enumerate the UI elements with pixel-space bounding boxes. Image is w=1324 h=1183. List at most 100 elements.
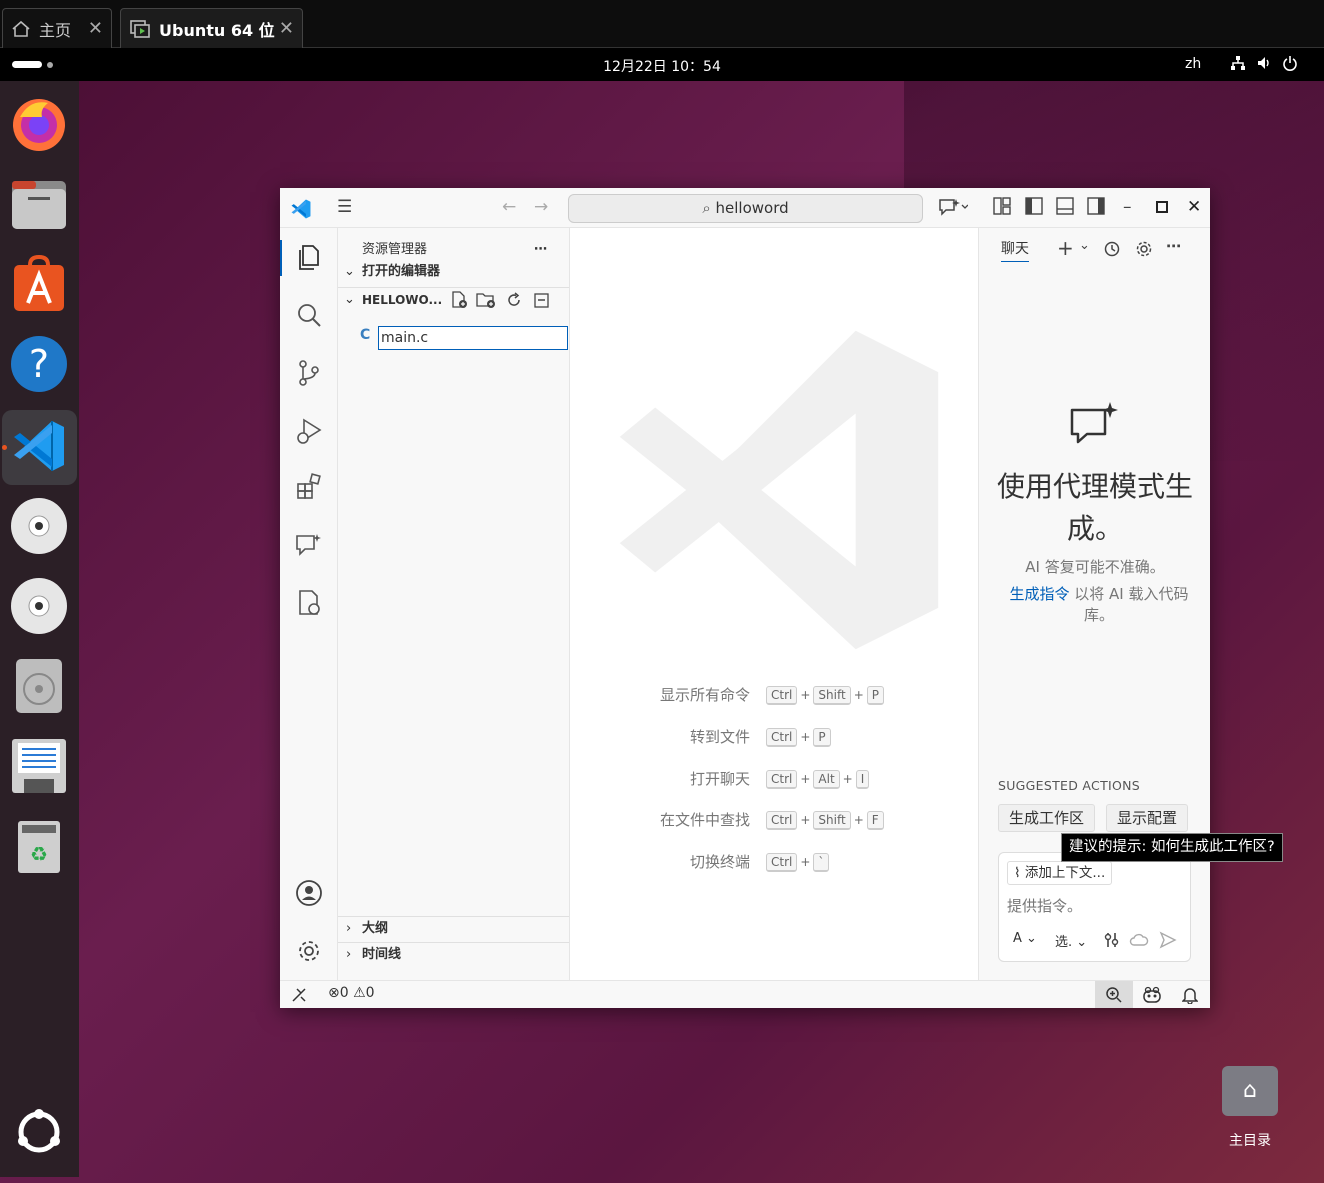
chevron-down-icon[interactable]: ⌄ xyxy=(1079,238,1090,253)
settings-gear-icon[interactable] xyxy=(1135,240,1153,258)
vm-icon xyxy=(130,19,150,38)
forward-arrow-icon[interactable]: → xyxy=(534,197,548,217)
dvd-icon[interactable] xyxy=(10,577,68,635)
app-center-icon[interactable] xyxy=(10,254,68,313)
refresh-icon[interactable] xyxy=(505,291,523,309)
firefox-icon[interactable] xyxy=(10,95,68,153)
disk-icon[interactable] xyxy=(10,657,68,715)
host-tab-bar: 主页 ✕ Ubuntu 64 位 ✕ xyxy=(0,0,1324,48)
vscode-window: ☰ ← → ⌕ helloword – ✕ 资源管理器 ⋯ ⌄ 打开的编辑器 ⌄… xyxy=(280,188,1210,1008)
host-tab-home[interactable]: 主页 ✕ xyxy=(2,8,112,48)
history-icon[interactable] xyxy=(1103,240,1121,258)
warning-count: 0 xyxy=(365,985,375,1001)
source-control-icon[interactable] xyxy=(294,358,324,388)
close-icon[interactable]: ✕ xyxy=(88,18,103,39)
model-picker[interactable]: 选. ⌄ xyxy=(1055,931,1087,950)
chat-title: 使用代理模式生成。 xyxy=(996,470,1193,545)
chat-guide: 生成指令 以将 AI 载入代码库。 xyxy=(999,584,1199,626)
floppy-text-icon[interactable] xyxy=(10,737,68,795)
chat-guide-text: 以将 AI 载入代码库。 xyxy=(1074,585,1189,624)
shortcut-keys: Ctrl + P xyxy=(765,726,832,747)
search-icon[interactable] xyxy=(294,300,324,330)
toggle-panel-icon[interactable] xyxy=(1056,197,1074,215)
back-arrow-icon[interactable]: ← xyxy=(502,197,516,217)
vscode-icon[interactable] xyxy=(10,417,68,475)
section-timeline[interactable]: › 时间线 xyxy=(338,942,569,966)
cloud-delegate-icon[interactable] xyxy=(1129,931,1149,949)
chat-disclaimer: AI 答复可能不准确。 xyxy=(1025,558,1165,576)
shortcut-keys: Ctrl + ` xyxy=(765,851,830,872)
command-center-search[interactable]: ⌕ helloword xyxy=(568,194,923,223)
error-count: 0 xyxy=(339,985,349,1001)
remote-explorer-icon[interactable] xyxy=(294,588,324,618)
generate-instructions-link[interactable]: 生成指令 xyxy=(1009,585,1069,603)
clock[interactable]: 12月22日 10：54 xyxy=(0,56,1324,76)
suggested-action-button[interactable]: 生成工作区 xyxy=(998,804,1096,832)
maximize-icon[interactable] xyxy=(1156,201,1168,213)
rename-file-input[interactable]: main.c xyxy=(378,326,568,350)
run-debug-icon[interactable] xyxy=(294,416,324,446)
search-icon: ⌕ xyxy=(702,199,716,217)
add-context-button[interactable]: ⌇ 添加上下文... xyxy=(1007,861,1113,885)
menu-icon[interactable]: ☰ xyxy=(337,197,352,217)
remote-connection-icon[interactable] xyxy=(291,987,307,1003)
toggle-secondary-sidebar-icon[interactable] xyxy=(1087,197,1105,215)
explorer-sidebar: 资源管理器 ⋯ ⌄ 打开的编辑器 ⌄ HELLOWO... C main.c ›… xyxy=(338,228,570,980)
shortcut-row: 显示所有命令 Ctrl + Shift + P xyxy=(570,684,978,708)
new-chat-plus-icon[interactable]: + xyxy=(1057,236,1074,260)
chat-input-box[interactable]: ⌇ 添加上下文... 提供指令。 A ⌄ 选. ⌄ xyxy=(998,852,1191,962)
notifications-bell-icon[interactable] xyxy=(1182,986,1198,1004)
send-icon[interactable] xyxy=(1159,931,1177,949)
settings-gear-icon[interactable] xyxy=(294,936,324,966)
chat-tab[interactable]: 聊天 xyxy=(1001,238,1029,262)
new-file-icon[interactable] xyxy=(450,291,468,309)
home-folder-icon[interactable]: ⌂ xyxy=(1222,1060,1278,1116)
chat-panel: 聊天 + ⌄ ⋯ 使用代理模式生成。 AI 答复可能不准确。 生成指令 以将 A… xyxy=(978,228,1210,980)
files-icon[interactable] xyxy=(10,175,68,233)
tools-icon[interactable] xyxy=(1103,931,1121,949)
search-text: helloword xyxy=(715,199,789,217)
explorer-icon[interactable] xyxy=(294,242,324,272)
more-actions-icon[interactable]: ⋯ xyxy=(1166,237,1181,255)
ubuntu-logo-icon[interactable] xyxy=(10,1103,68,1161)
new-folder-icon[interactable] xyxy=(476,291,496,309)
host-tab-vm[interactable]: Ubuntu 64 位 ✕ xyxy=(120,8,303,48)
help-icon[interactable]: ? xyxy=(10,335,68,393)
shortcut-keys: Ctrl + Shift + P xyxy=(765,684,885,705)
more-actions-icon[interactable]: ⋯ xyxy=(534,238,554,262)
shortcut-label: 转到文件 xyxy=(689,728,750,746)
copilot-icon[interactable] xyxy=(1142,986,1162,1004)
toggle-primary-sidebar-icon[interactable] xyxy=(1025,197,1043,215)
collapse-all-icon[interactable] xyxy=(533,291,551,309)
minimize-icon[interactable]: – xyxy=(1123,197,1132,217)
shortcut-label: 在文件中查找 xyxy=(659,811,750,829)
close-window-icon[interactable]: ✕ xyxy=(1187,197,1201,217)
dvd-icon[interactable] xyxy=(10,497,68,555)
chat-icon[interactable] xyxy=(294,530,324,560)
shortcut-keys: Ctrl + Alt + I xyxy=(765,768,870,789)
extensions-icon[interactable] xyxy=(294,472,324,502)
mode-picker[interactable]: A ⌄ xyxy=(1013,931,1037,946)
account-icon[interactable] xyxy=(294,878,324,908)
chevron-right-icon: › xyxy=(346,947,352,962)
section-outline[interactable]: › 大纲 xyxy=(338,916,569,940)
customize-layout-icon[interactable] xyxy=(993,197,1011,215)
input-language[interactable]: zh xyxy=(1185,56,1201,72)
system-tray[interactable] xyxy=(1230,55,1298,71)
trash-icon[interactable]: ♻ xyxy=(10,817,68,875)
close-icon[interactable]: ✕ xyxy=(279,18,294,39)
chat-input-placeholder[interactable]: 提供指令。 xyxy=(1007,895,1082,916)
chat-sparkle-icon[interactable] xyxy=(938,197,968,217)
shortcut-label: 切换终端 xyxy=(689,853,750,871)
zoom-button[interactable] xyxy=(1095,981,1133,1008)
suggested-action-button[interactable]: 显示配置 xyxy=(1106,804,1189,832)
section-open-editors[interactable]: ⌄ 打开的编辑器 xyxy=(338,260,569,284)
host-tab-label: Ubuntu 64 位 xyxy=(159,20,275,40)
home-folder-label[interactable]: 主目录 xyxy=(1214,1130,1286,1150)
section-folder[interactable]: ⌄ HELLOWO... xyxy=(338,287,569,311)
shortcut-row: 打开聊天 Ctrl + Alt + I xyxy=(570,768,978,792)
shortcut-row: 在文件中查找 Ctrl + Shift + F xyxy=(570,809,978,833)
problems-indicator[interactable]: ⊗0 ⚠0 xyxy=(328,985,375,1001)
paperclip-icon: ⌇ xyxy=(1014,865,1025,881)
home-icon xyxy=(12,20,30,37)
